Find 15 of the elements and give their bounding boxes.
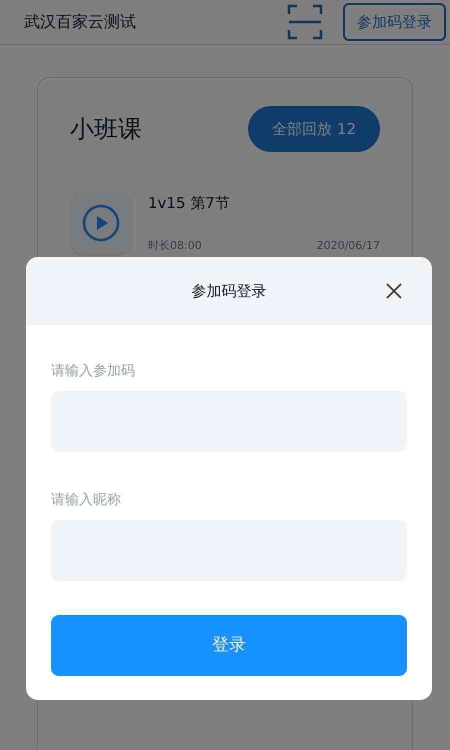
field-label: 请输入昵称 — [51, 491, 122, 510]
replay-all-button[interactable]: 全部回放 12 — [248, 106, 380, 152]
login-button[interactable]: 登录 — [51, 615, 407, 676]
thumbnail[interactable] — [70, 192, 132, 254]
scan-icon[interactable] — [287, 4, 323, 40]
lesson-title: 1v15 第7节 — [148, 193, 231, 214]
lesson-date: 2020/06/17 — [316, 238, 380, 254]
field-label: 请输入参加码 — [51, 362, 136, 381]
play-icon — [82, 204, 120, 242]
app-title: 武汉百家云测试 — [24, 11, 137, 33]
dialog-title: 参加码登录 — [192, 280, 266, 302]
card-title: 小班课 — [70, 114, 142, 145]
join-code-button[interactable]: 参加码登录 — [343, 3, 446, 41]
close-icon[interactable] — [386, 283, 402, 299]
lesson-duration: 时长08:00 — [148, 238, 202, 254]
